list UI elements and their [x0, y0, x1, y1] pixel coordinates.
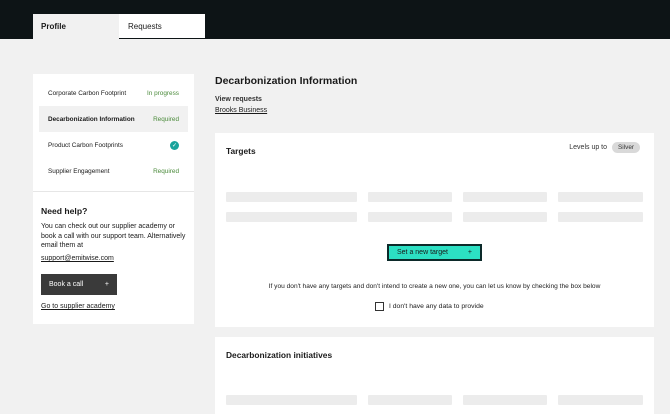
help-title: Need help? [41, 206, 88, 216]
supplier-academy-link[interactable]: Go to supplier academy [41, 303, 115, 310]
targets-card: Targets Levels up to Silver Set a new ta… [215, 133, 654, 327]
level-badge: Silver [612, 142, 640, 153]
skeleton-placeholder [463, 395, 547, 405]
set-new-target-button[interactable]: Set a new target + [387, 244, 482, 261]
skeleton-placeholder [463, 192, 547, 202]
no-data-checkbox[interactable] [375, 302, 384, 311]
tab-profile-label: Profile [41, 22, 66, 31]
tab-profile[interactable]: Profile [33, 14, 119, 39]
skeleton-placeholder [368, 212, 452, 222]
sidebar-divider [33, 191, 194, 192]
sidebar-item-label: Corporate Carbon Footprint [48, 89, 127, 97]
sidebar-item-label: Product Carbon Footprints [48, 141, 123, 149]
skeleton-placeholder [558, 192, 643, 202]
sidebar: Corporate Carbon Footprint In progress D… [33, 74, 194, 324]
levels-indicator: Levels up to Silver [569, 142, 640, 153]
skeleton-placeholder [368, 395, 452, 405]
sidebar-item-decarbonization-information[interactable]: Decarbonization Information Required [39, 106, 188, 132]
no-data-checkbox-row[interactable]: I don't have any data to provide [375, 302, 484, 311]
help-text: You can check out our supplier academy o… [41, 223, 186, 250]
plus-icon: + [104, 281, 109, 288]
no-data-checkbox-label: I don't have any data to provide [389, 303, 484, 310]
sidebar-item-label: Decarbonization Information [48, 115, 135, 123]
view-requests-label: View requests [215, 96, 262, 103]
decarbonization-initiatives-card: Decarbonization initiatives [215, 337, 654, 414]
skeleton-placeholder [226, 212, 357, 222]
sidebar-item-label: Supplier Engagement [48, 167, 110, 175]
status-badge: Required [153, 167, 179, 175]
book-call-label: Book a call [49, 281, 84, 288]
status-badge: In progress [147, 89, 179, 97]
no-targets-note: If you don't have any targets and don't … [268, 283, 601, 290]
book-call-button[interactable]: Book a call + [41, 274, 117, 295]
levels-label: Levels up to [569, 144, 608, 151]
sidebar-item-corporate-carbon-footprint[interactable]: Corporate Carbon Footprint In progress [39, 80, 188, 106]
check-circle-icon: ✓ [170, 140, 179, 150]
support-email-link[interactable]: support@emitwise.com [41, 255, 114, 262]
targets-title: Targets [226, 146, 256, 156]
tab-requests[interactable]: Requests [119, 14, 205, 38]
skeleton-placeholder [368, 192, 452, 202]
status-badge: Required [153, 115, 179, 123]
skeleton-placeholder [226, 192, 357, 202]
skeleton-placeholder [558, 212, 643, 222]
set-new-target-label: Set a new target [397, 249, 448, 256]
view-requests-link[interactable]: Brooks Business [215, 107, 267, 114]
skeleton-placeholder [558, 395, 643, 405]
sidebar-item-product-carbon-footprints[interactable]: Product Carbon Footprints ✓ [39, 132, 188, 158]
sidebar-item-supplier-engagement[interactable]: Supplier Engagement Required [39, 158, 188, 184]
skeleton-placeholder [463, 212, 547, 222]
plus-icon: + [467, 249, 472, 256]
initiatives-title: Decarbonization initiatives [226, 350, 333, 360]
tab-requests-label: Requests [128, 21, 162, 31]
skeleton-placeholder [226, 395, 357, 405]
page-title: Decarbonization Information [215, 75, 358, 87]
